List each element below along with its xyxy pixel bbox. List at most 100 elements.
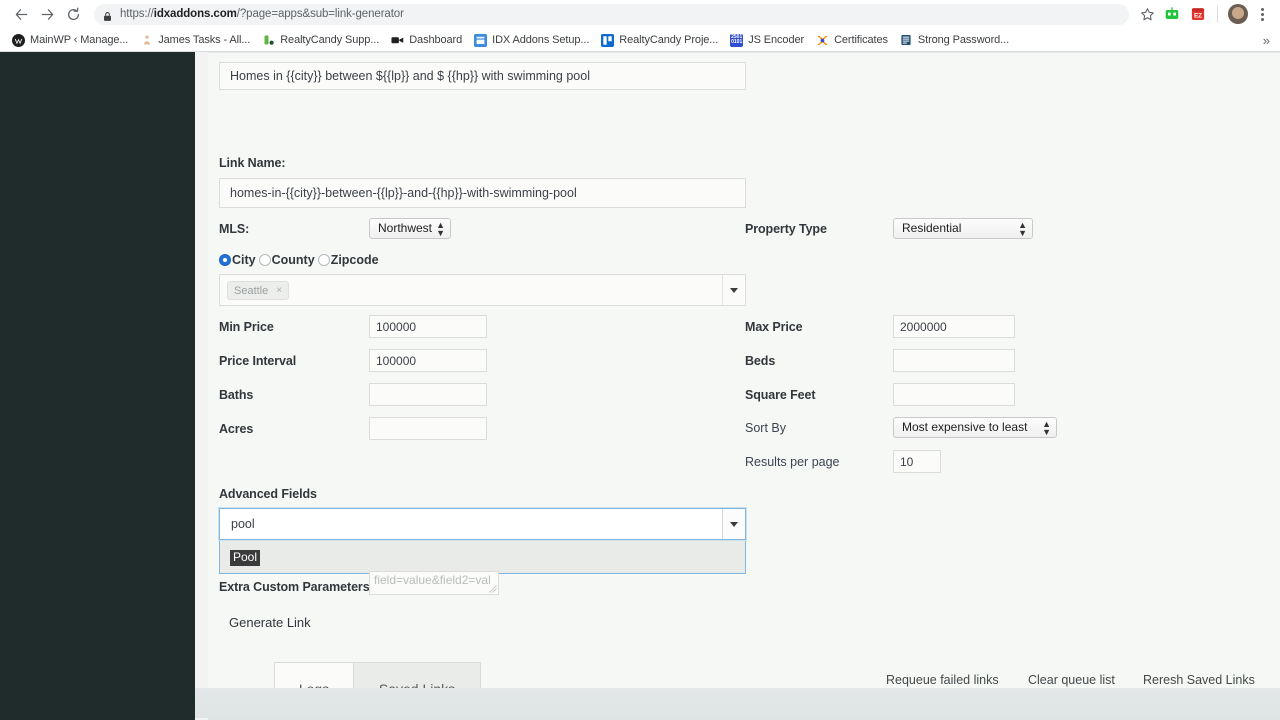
advanced-fields-dropdown-toggle[interactable] [722, 509, 745, 539]
square-feet-input[interactable] [893, 383, 1015, 406]
refresh-saved-links-button[interactable]: Reresh Saved Links [1143, 673, 1255, 687]
radio-zipcode[interactable]: Zipcode [317, 253, 379, 267]
requeue-failed-links-button[interactable]: Requeue failed links [886, 673, 999, 687]
city-multiselect[interactable]: Seattle × [219, 274, 746, 306]
city-dropdown-toggle[interactable] [722, 275, 745, 305]
price-interval-value: 100000 [376, 353, 417, 368]
advanced-fields-option-pool[interactable]: Pool [230, 550, 261, 566]
password-favicon [899, 33, 913, 47]
results-per-page-input[interactable]: 10 [893, 450, 941, 473]
resize-grip-icon[interactable] [489, 585, 497, 593]
baths-label: Baths [219, 388, 254, 402]
reload-button[interactable] [60, 1, 86, 27]
bookmark-certificates[interactable]: Certificates [810, 30, 894, 50]
bookmark-realtycandy-support[interactable]: RealtyCandy Supp... [256, 30, 385, 50]
sort-by-value: Most expensive to least [902, 420, 1028, 434]
title-input[interactable]: Homes in {{city}} between ${{lp}} and $ … [219, 62, 746, 90]
radio-city-label: City [232, 253, 256, 267]
bookmark-mainwp[interactable]: MainWP ‹ Manage... [6, 30, 134, 50]
price-interval-label: Price Interval [219, 354, 297, 368]
generate-link-button[interactable]: Generate Link [229, 615, 311, 630]
bookmark-james-tasks[interactable]: James Tasks - All... [134, 30, 256, 50]
bookmark-star-icon[interactable] [1135, 2, 1159, 26]
mls-select[interactable]: Northwest ▲ ▼ [369, 218, 452, 239]
tab-logs-label: Logs [299, 681, 329, 689]
bookmark-label: JS Encoder [748, 34, 805, 46]
select-spinner-icon: ▲ ▼ [1018, 219, 1027, 238]
address-bar[interactable]: https://idxaddons.com/?page=apps&sub=lin… [94, 3, 1129, 25]
radio-county-input[interactable] [258, 254, 271, 266]
bookmark-idx-addons-setup[interactable]: IDX Addons Setup... [468, 30, 595, 50]
radio-city-input[interactable] [219, 254, 231, 266]
beds-label: Beds [745, 354, 776, 368]
bookmark-dashboard[interactable]: Dashboard [385, 30, 468, 50]
city-tag-label: Seattle [234, 284, 269, 297]
property-type-value: Residential [902, 221, 962, 235]
extra-custom-parameters-placeholder: field=value&field2=val [374, 573, 491, 587]
url-text: https://idxaddons.com/?page=apps&sub=lin… [120, 8, 404, 20]
trello-favicon [601, 33, 615, 47]
bookmarks-overflow-icon[interactable]: » [1263, 33, 1274, 48]
link-name-input[interactable]: homes-in-{{city}}-between-{{lp}}-and-{{h… [219, 178, 746, 208]
radio-city[interactable]: City [219, 253, 256, 267]
panel-bottom-area [195, 688, 1280, 718]
bookmark-strong-password[interactable]: Strong Password... [894, 30, 1015, 50]
link-name-label: Link Name: [219, 156, 286, 170]
close-icon[interactable]: × [276, 282, 282, 300]
min-price-input[interactable]: 100000 [369, 315, 487, 338]
advanced-fields-search[interactable]: pool [219, 508, 746, 540]
chevron-down-icon [730, 287, 738, 293]
baths-input[interactable] [369, 383, 487, 406]
calendar-extension-icon[interactable]: EZ [1188, 4, 1208, 24]
browser-nav-row: https://idxaddons.com/?page=apps&sub=lin… [0, 0, 1280, 28]
jsencoder-favicon: 2501 0101 [730, 33, 744, 47]
forward-button[interactable] [34, 1, 60, 27]
robot-extension-icon[interactable] [1162, 4, 1182, 24]
price-interval-input[interactable]: 100000 [369, 349, 487, 372]
bookmark-label: RealtyCandy Proje... [619, 34, 719, 46]
select-spinner-icon: ▲ ▼ [1042, 418, 1051, 437]
link-name-value: homes-in-{{city}}-between-{{lp}}-and-{{h… [230, 186, 577, 200]
min-price-value: 100000 [376, 319, 417, 334]
radio-zipcode-label: Zipcode [330, 253, 379, 267]
bookmark-label: Strong Password... [917, 34, 1010, 46]
video-favicon [391, 33, 405, 47]
page-body: Homes in {{city}} between ${{lp}} and $ … [0, 52, 1280, 720]
sort-by-select[interactable]: Most expensive to least ▲ ▼ [893, 417, 1057, 438]
advanced-fields-query: pool [231, 517, 255, 531]
property-type-select[interactable]: Residential ▲ ▼ [893, 218, 1033, 239]
tab-saved-links[interactable]: Saved Links [353, 662, 481, 688]
advanced-fields-dropdown: Pool [219, 541, 746, 574]
max-price-value: 2000000 [900, 319, 947, 334]
bookmark-label: James Tasks - All... [158, 34, 251, 46]
min-price-label: Min Price [219, 320, 274, 334]
radio-zipcode-input[interactable] [317, 254, 330, 266]
city-tag-seattle: Seattle × [227, 281, 290, 300]
idx-favicon [474, 33, 488, 47]
radio-county[interactable]: County [258, 253, 315, 267]
svg-text:EZ: EZ [1194, 13, 1202, 20]
bookmark-label: IDX Addons Setup... [492, 34, 590, 46]
chevron-down-icon [730, 521, 738, 527]
avatar[interactable] [1228, 4, 1248, 24]
advanced-fields-label: Advanced Fields [219, 487, 317, 501]
property-type-label: Property Type [745, 222, 827, 236]
mainwp-favicon [12, 33, 25, 47]
tab-saved-links-label: Saved Links [379, 681, 455, 689]
acres-input[interactable] [369, 417, 487, 440]
kebab-menu-icon[interactable] [1252, 7, 1272, 21]
back-button[interactable] [8, 1, 34, 27]
tab-logs[interactable]: Logs [274, 662, 354, 688]
location-mode-radios: City County Zipcode [219, 253, 379, 267]
max-price-input[interactable]: 2000000 [893, 315, 1015, 338]
clear-queue-list-button[interactable]: Clear queue list [1028, 673, 1115, 687]
bookmark-js-encoder[interactable]: 2501 0101 JS Encoder [724, 30, 810, 50]
toolbar-divider [1217, 6, 1218, 22]
beds-input[interactable] [893, 349, 1015, 372]
mls-select-value: Northwest [378, 221, 433, 235]
results-per-page-label: Results per page [745, 455, 840, 469]
extra-custom-parameters-textarea[interactable]: field=value&field2=val [369, 571, 499, 595]
admin-sidebar[interactable] [0, 52, 195, 720]
browser-chrome: https://idxaddons.com/?page=apps&sub=lin… [0, 0, 1280, 52]
bookmark-realtycandy-projects[interactable]: RealtyCandy Proje... [595, 30, 724, 50]
